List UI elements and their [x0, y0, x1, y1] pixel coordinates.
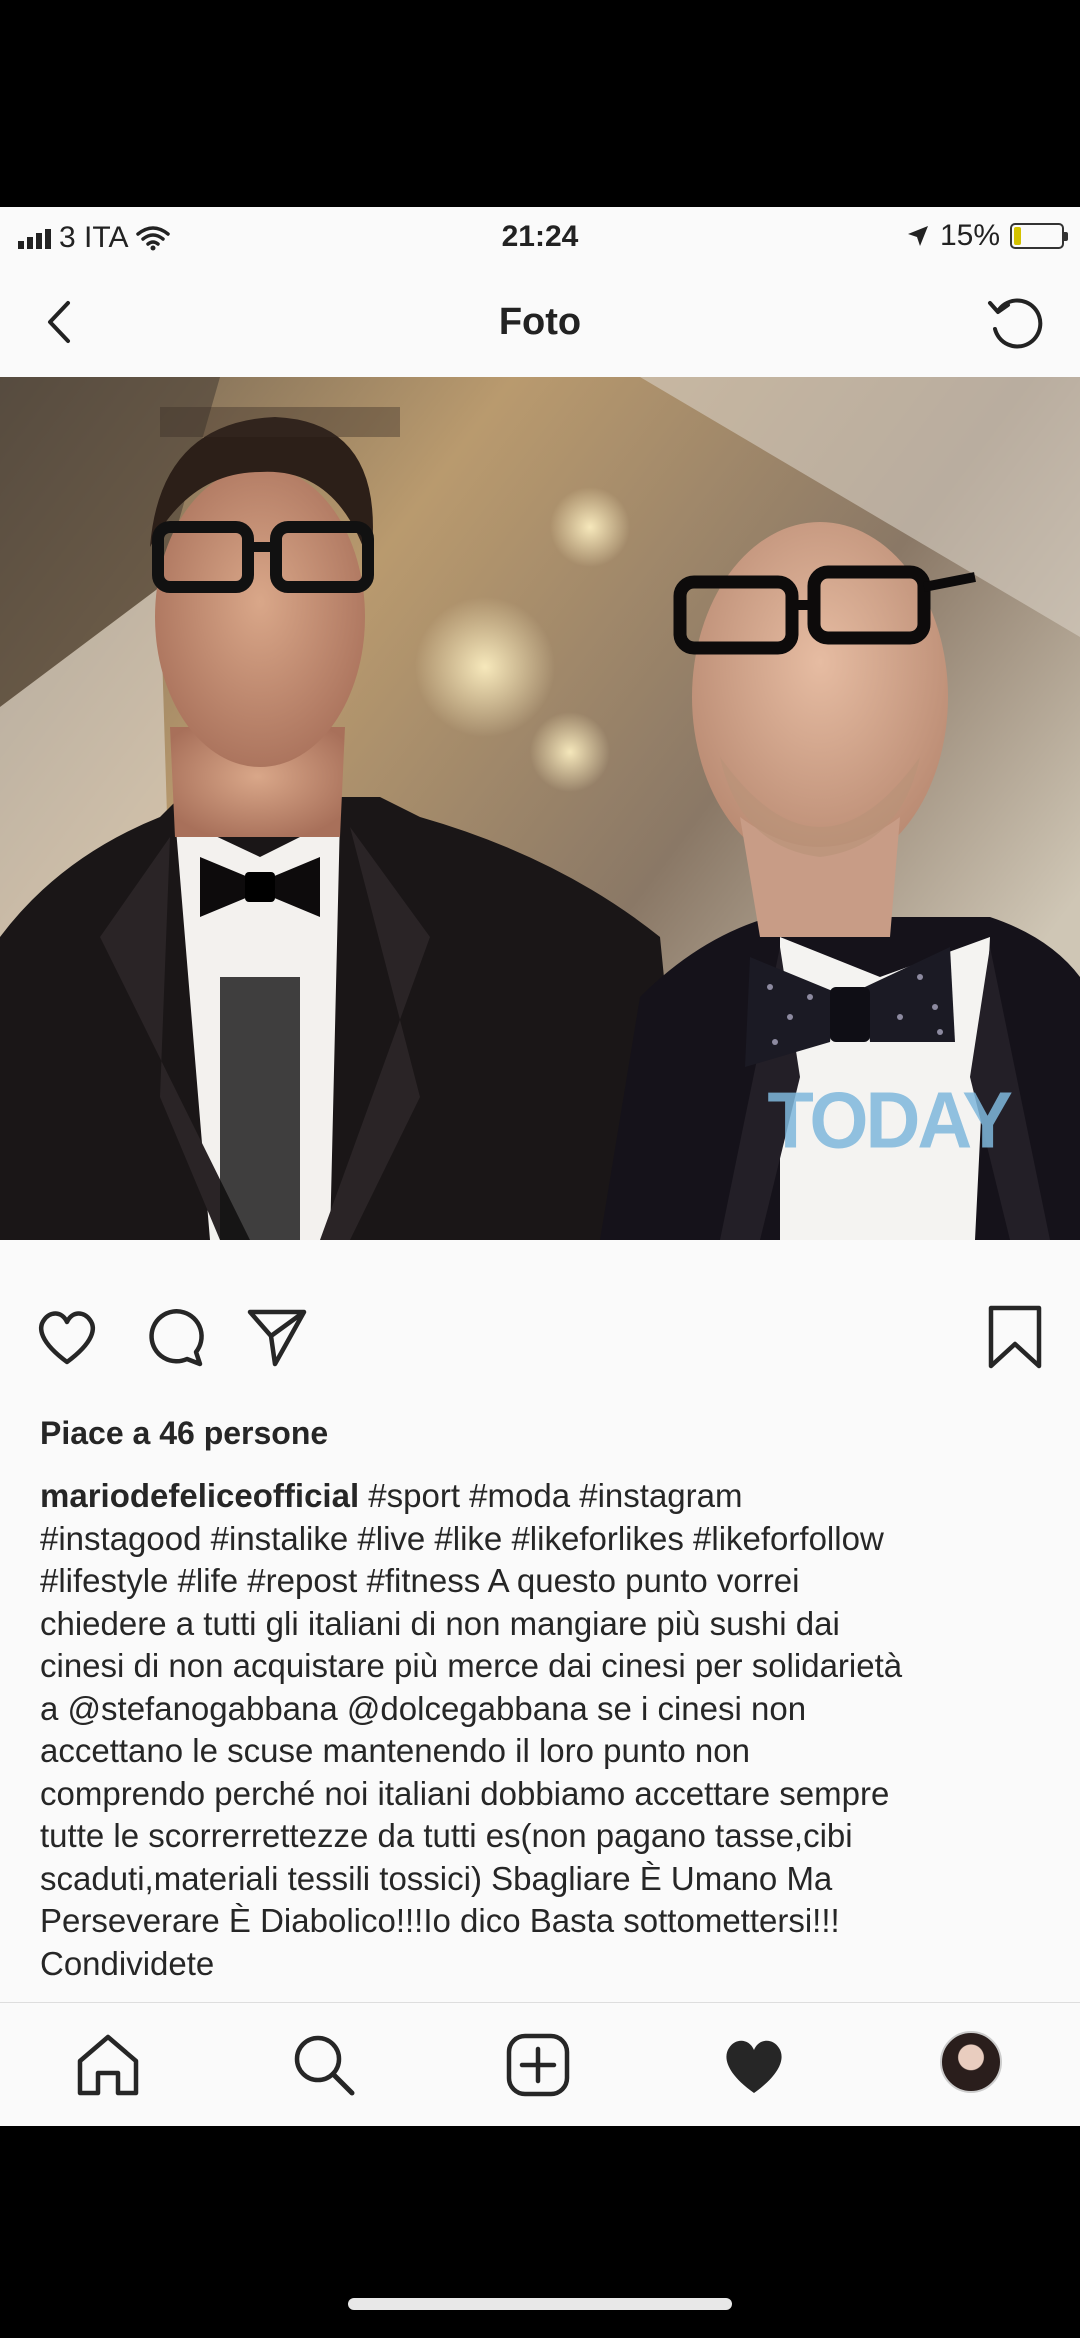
post-actions [0, 1302, 1080, 1382]
comment-icon[interactable] [140, 1302, 210, 1372]
battery-percent: 15% [939, 219, 1000, 252]
profile-avatar[interactable] [940, 2031, 1002, 2093]
caption-text: #sport #moda #instagram [359, 1477, 743, 1514]
status-right: 15% [906, 219, 1068, 253]
post-photo[interactable]: TODAY [0, 377, 1080, 1240]
add-post-icon[interactable] [502, 2029, 574, 2101]
nav-bar: Foto [0, 267, 1080, 378]
refresh-icon[interactable] [984, 291, 1050, 357]
likes-count[interactable]: Piace a 46 persone [40, 1415, 328, 1452]
activity-heart-icon[interactable] [718, 2029, 790, 2101]
location-arrow-icon [907, 226, 928, 246]
share-icon[interactable] [242, 1302, 312, 1372]
caption-line: mariodefeliceofficial #sport #moda #inst… [40, 1475, 1050, 1518]
caption-username[interactable]: mariodefeliceofficial [40, 1477, 359, 1514]
caption-line: accettano le scuse mantenendo il loro pu… [40, 1732, 750, 1769]
home-icon[interactable] [72, 2029, 144, 2101]
today-watermark: TODAY [767, 1075, 1013, 1166]
caption-line: scaduti,materiali tessili tossici) Sbagl… [40, 1859, 833, 1897]
post-caption: mariodefeliceofficial #sport #moda #inst… [40, 1475, 1050, 1985]
home-indicator[interactable] [348, 2298, 732, 2310]
battery-icon [1010, 223, 1068, 249]
caption-line: Condividete [40, 1944, 215, 1982]
caption-line: chiedere a tutti gli italiani di non man… [40, 1604, 840, 1642]
search-icon[interactable] [288, 2029, 360, 2101]
bookmark-icon[interactable] [980, 1302, 1050, 1372]
caption-line: cinesi di non acquistare più merce dai c… [40, 1647, 903, 1684]
heart-icon[interactable] [32, 1302, 102, 1372]
tab-bar-divider [0, 2002, 1080, 2003]
page-title: Foto [498, 301, 582, 343]
caption-line: tutte le scorrerrettezze da tutti es(non… [40, 1817, 853, 1854]
battery-fill [1014, 227, 1021, 245]
caption-line: Perseverare È Diabolico!!!Io dico Basta … [40, 1902, 840, 1939]
caption-line: #lifestyle #life #repost #fitness A ques… [40, 1562, 800, 1599]
tab-bar [0, 2007, 1080, 2126]
caption-line: #instagood #instalike #live #like #likef… [40, 1519, 884, 1557]
instagram-photo-screen: 3 ITA 21:24 15% Foto TODAY Piace a 46 pe… [0, 207, 1080, 2126]
caption-line: comprendo perché noi italiani dobbiamo a… [40, 1774, 890, 1812]
caption-line: a @stefanogabbana @dolcegabbana se i cin… [40, 1689, 807, 1727]
status-bar: 3 ITA 21:24 15% [0, 207, 1080, 267]
